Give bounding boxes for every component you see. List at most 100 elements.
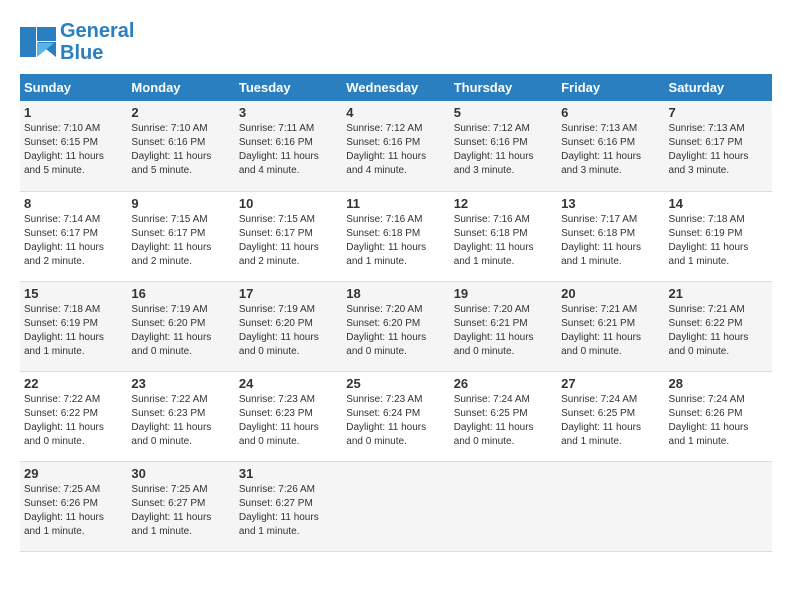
day-number: 25 xyxy=(346,376,445,391)
day-number: 14 xyxy=(669,196,768,211)
weekday-header-row: SundayMondayTuesdayWednesdayThursdayFrid… xyxy=(20,74,772,101)
calendar-cell: 16 Sunrise: 7:19 AMSunset: 6:20 PMDayligh… xyxy=(127,281,234,371)
day-number: 29 xyxy=(24,466,123,481)
calendar-cell: 14 Sunrise: 7:18 AMSunset: 6:19 PMDayligh… xyxy=(665,191,772,281)
calendar-body: 1 Sunrise: 7:10 AMSunset: 6:15 PMDaylight… xyxy=(20,101,772,551)
day-info: Sunrise: 7:25 AMSunset: 6:27 PMDaylight:… xyxy=(131,483,230,539)
day-number: 27 xyxy=(561,376,660,391)
calendar-cell: 8Sunrise: 7:14 AMSunset: 6:17 PMDaylight… xyxy=(20,191,127,281)
weekday-header-tuesday: Tuesday xyxy=(235,74,342,101)
calendar-cell xyxy=(557,461,664,551)
day-number: 12 xyxy=(454,196,553,211)
day-number: 10 xyxy=(239,196,338,211)
calendar-cell: 23Sunrise: 7:22 AMSunset: 6:23 PMDayligh… xyxy=(127,371,234,461)
day-number: 6 xyxy=(561,105,660,120)
day-number: 30 xyxy=(131,466,230,481)
day-info: Sunrise: 7:23 AMSunset: 6:24 PMDaylight:… xyxy=(346,393,445,449)
day-number: 9 xyxy=(131,196,230,211)
day-number: 28 xyxy=(669,376,768,391)
calendar-cell: 4Sunrise: 7:12 AMSunset: 6:16 PMDaylight… xyxy=(342,101,449,191)
day-info: Sunrise: 7:15 AMSunset: 6:17 PMDaylight:… xyxy=(131,213,230,269)
day-number: 31 xyxy=(239,466,338,481)
day-info: Sunrise: 7:12 AMSunset: 6:16 PMDaylight:… xyxy=(454,122,553,178)
calendar-header: SundayMondayTuesdayWednesdayThursdayFrid… xyxy=(20,74,772,101)
calendar-cell: 18 Sunrise: 7:20 AMSunset: 6:20 PMDayligh… xyxy=(342,281,449,371)
calendar-week-5: 29Sunrise: 7:25 AMSunset: 6:26 PMDayligh… xyxy=(20,461,772,551)
day-number: 16 xyxy=(131,286,230,301)
day-info: Sunrise: 7:26 AMSunset: 6:27 PMDaylight:… xyxy=(239,483,338,539)
calendar-cell: 31 Sunrise: 7:26 AMSunset: 6:27 PMDayligh… xyxy=(235,461,342,551)
calendar-cell: 12 Sunrise: 7:16 AMSunset: 6:18 PMDayligh… xyxy=(450,191,557,281)
logo-text: General Blue xyxy=(60,20,134,64)
calendar-week-3: 15 Sunrise: 7:18 AMSunset: 6:19 PMDayligh… xyxy=(20,281,772,371)
day-info: Sunrise: 7:20 AMSunset: 6:21 PMDaylight:… xyxy=(454,303,553,359)
day-info: Sunrise: 7:21 AMSunset: 6:22 PMDaylight:… xyxy=(669,303,768,359)
calendar-cell: 22 Sunrise: 7:22 AMSunset: 6:22 PMDayligh… xyxy=(20,371,127,461)
calendar-cell: 10 Sunrise: 7:15 AMSunset: 6:17 PMDayligh… xyxy=(235,191,342,281)
calendar-cell: 9 Sunrise: 7:15 AMSunset: 6:17 PMDaylight… xyxy=(127,191,234,281)
day-number: 21 xyxy=(669,286,768,301)
day-info: Sunrise: 7:13 AMSunset: 6:16 PMDaylight:… xyxy=(561,122,660,178)
day-number: 13 xyxy=(561,196,660,211)
page-header: General Blue xyxy=(20,20,772,64)
calendar-cell: 30 Sunrise: 7:25 AMSunset: 6:27 PMDayligh… xyxy=(127,461,234,551)
day-number: 5 xyxy=(454,105,553,120)
day-number: 24 xyxy=(239,376,338,391)
day-number: 15 xyxy=(24,286,123,301)
calendar-cell xyxy=(450,461,557,551)
day-info: Sunrise: 7:11 AMSunset: 6:16 PMDaylight:… xyxy=(239,122,338,178)
day-number: 22 xyxy=(24,376,123,391)
day-number: 7 xyxy=(669,105,768,120)
calendar-cell: 1 Sunrise: 7:10 AMSunset: 6:15 PMDaylight… xyxy=(20,101,127,191)
day-info: Sunrise: 7:10 AMSunset: 6:15 PMDaylight:… xyxy=(24,122,123,178)
day-info: Sunrise: 7:24 AMSunset: 6:25 PMDaylight:… xyxy=(454,393,553,449)
day-info: Sunrise: 7:14 AMSunset: 6:17 PMDaylight:… xyxy=(24,213,123,269)
day-number: 19 xyxy=(454,286,553,301)
day-info: Sunrise: 7:16 AMSunset: 6:18 PMDaylight:… xyxy=(454,213,553,269)
day-info: Sunrise: 7:20 AMSunset: 6:20 PMDaylight:… xyxy=(346,303,445,359)
logo-icon xyxy=(20,27,56,57)
calendar-cell xyxy=(342,461,449,551)
day-number: 20 xyxy=(561,286,660,301)
calendar-cell: 20 Sunrise: 7:21 AMSunset: 6:21 PMDayligh… xyxy=(557,281,664,371)
day-info: Sunrise: 7:24 AMSunset: 6:26 PMDaylight:… xyxy=(669,393,768,449)
calendar-week-2: 8Sunrise: 7:14 AMSunset: 6:17 PMDaylight… xyxy=(20,191,772,281)
day-number: 1 xyxy=(24,105,123,120)
day-info: Sunrise: 7:23 AMSunset: 6:23 PMDaylight:… xyxy=(239,393,338,449)
day-number: 4 xyxy=(346,105,445,120)
day-number: 2 xyxy=(131,105,230,120)
calendar-week-4: 22 Sunrise: 7:22 AMSunset: 6:22 PMDayligh… xyxy=(20,371,772,461)
day-number: 26 xyxy=(454,376,553,391)
logo: General Blue xyxy=(20,20,134,64)
day-info: Sunrise: 7:22 AMSunset: 6:23 PMDaylight:… xyxy=(131,393,230,449)
day-number: 11 xyxy=(346,196,445,211)
day-info: Sunrise: 7:24 AMSunset: 6:25 PMDaylight:… xyxy=(561,393,660,449)
weekday-header-thursday: Thursday xyxy=(450,74,557,101)
calendar-cell: 2 Sunrise: 7:10 AMSunset: 6:16 PMDaylight… xyxy=(127,101,234,191)
day-number: 3 xyxy=(239,105,338,120)
calendar-cell: 19 Sunrise: 7:20 AMSunset: 6:21 PMDayligh… xyxy=(450,281,557,371)
day-info: Sunrise: 7:10 AMSunset: 6:16 PMDaylight:… xyxy=(131,122,230,178)
day-info: Sunrise: 7:19 AMSunset: 6:20 PMDaylight:… xyxy=(239,303,338,359)
calendar-cell xyxy=(665,461,772,551)
calendar-table: SundayMondayTuesdayWednesdayThursdayFrid… xyxy=(20,74,772,552)
day-info: Sunrise: 7:18 AMSunset: 6:19 PMDaylight:… xyxy=(669,213,768,269)
calendar-cell: 11Sunrise: 7:16 AMSunset: 6:18 PMDayligh… xyxy=(342,191,449,281)
calendar-cell: 28 Sunrise: 7:24 AMSunset: 6:26 PMDayligh… xyxy=(665,371,772,461)
calendar-cell: 24 Sunrise: 7:23 AMSunset: 6:23 PMDayligh… xyxy=(235,371,342,461)
day-number: 18 xyxy=(346,286,445,301)
calendar-cell: 6 Sunrise: 7:13 AMSunset: 6:16 PMDaylight… xyxy=(557,101,664,191)
weekday-header-wednesday: Wednesday xyxy=(342,74,449,101)
calendar-cell: 15 Sunrise: 7:18 AMSunset: 6:19 PMDayligh… xyxy=(20,281,127,371)
calendar-cell: 26 Sunrise: 7:24 AMSunset: 6:25 PMDayligh… xyxy=(450,371,557,461)
calendar-cell: 7Sunrise: 7:13 AMSunset: 6:17 PMDaylight… xyxy=(665,101,772,191)
day-info: Sunrise: 7:22 AMSunset: 6:22 PMDaylight:… xyxy=(24,393,123,449)
day-info: Sunrise: 7:19 AMSunset: 6:20 PMDaylight:… xyxy=(131,303,230,359)
day-info: Sunrise: 7:18 AMSunset: 6:19 PMDaylight:… xyxy=(24,303,123,359)
calendar-cell: 27 Sunrise: 7:24 AMSunset: 6:25 PMDayligh… xyxy=(557,371,664,461)
day-info: Sunrise: 7:15 AMSunset: 6:17 PMDaylight:… xyxy=(239,213,338,269)
day-info: Sunrise: 7:17 AMSunset: 6:18 PMDaylight:… xyxy=(561,213,660,269)
weekday-header-monday: Monday xyxy=(127,74,234,101)
day-info: Sunrise: 7:21 AMSunset: 6:21 PMDaylight:… xyxy=(561,303,660,359)
calendar-cell: 5 Sunrise: 7:12 AMSunset: 6:16 PMDaylight… xyxy=(450,101,557,191)
